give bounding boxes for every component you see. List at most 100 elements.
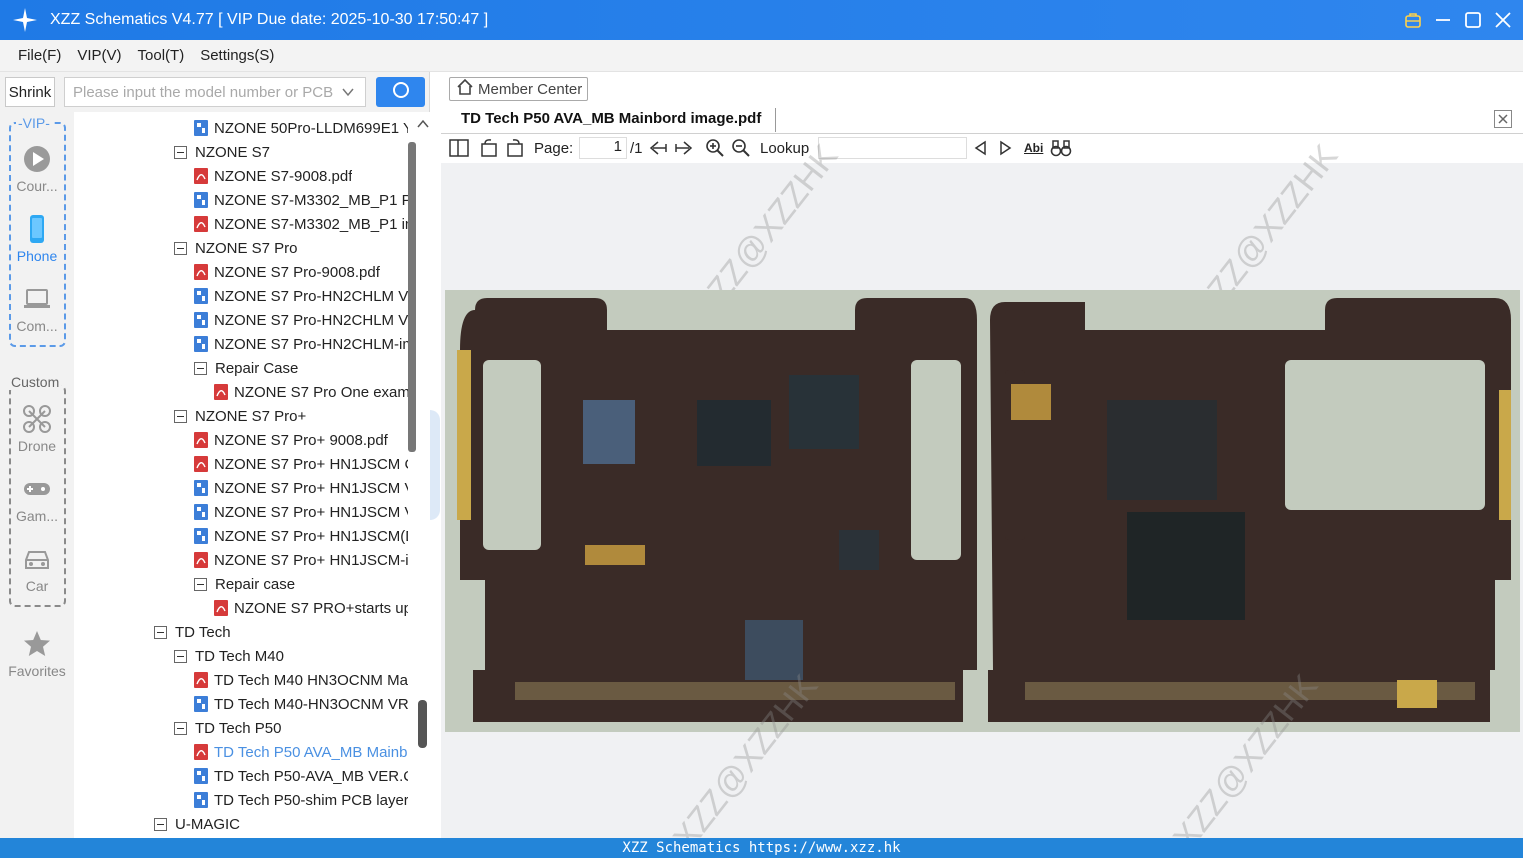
tree-folder[interactable]: Repair case — [194, 572, 408, 596]
tree-folder[interactable]: TD Tech M40 — [174, 644, 408, 668]
tree-file[interactable]: TD Tech P50-AVA_MB VER.C PC — [194, 764, 408, 788]
find-next-icon[interactable] — [998, 138, 1014, 158]
search-combobox[interactable] — [64, 77, 366, 107]
tree-file[interactable]: TD Tech P50-shim PCB layer.pcl — [194, 788, 408, 812]
category-courses[interactable]: Cour... — [0, 144, 74, 194]
tree-item-label: TD Tech P50-AVA_MB VER.C PC — [214, 767, 408, 785]
category-label: Favorites — [8, 663, 66, 679]
pcb-file-icon — [194, 120, 208, 136]
search-button[interactable] — [376, 77, 425, 107]
tree-file[interactable]: TD Tech M40-HN3OCNM VRE.F — [194, 692, 408, 716]
tree-file[interactable]: TD Tech M40 HN3OCNM Maint — [194, 668, 408, 692]
tree-item-label: Repair case — [215, 575, 296, 593]
drone-icon — [22, 404, 52, 434]
pdf-file-icon — [194, 552, 208, 568]
menu-settings[interactable]: Settings(S) — [200, 47, 274, 64]
collapse-toggle-icon[interactable] — [194, 577, 207, 591]
category-label: Car — [25, 578, 49, 594]
category-phone[interactable]: Phone — [0, 214, 74, 264]
collapse-toggle-icon[interactable] — [174, 409, 187, 423]
tree-file[interactable]: TD Tech P50 AVA_MB Mainbor — [194, 740, 408, 764]
tree-file[interactable]: NZONE S7 Pro+ 9008.pdf — [194, 428, 408, 452]
tree-file[interactable]: NZONE S7-9008.pdf — [194, 164, 408, 188]
tree-file[interactable]: NZONE S7 Pro One example — [214, 380, 408, 404]
shrink-button[interactable]: Shrink — [5, 77, 55, 107]
tree-file[interactable]: NZONE S7 PRO+starts up no — [214, 596, 408, 620]
lookup-input[interactable] — [818, 137, 967, 159]
rotate-left-icon[interactable] — [479, 138, 499, 158]
tree-file[interactable]: NZONE 50Pro-LLDM699E1 YiDi — [194, 116, 408, 140]
collapse-toggle-icon[interactable] — [174, 649, 187, 663]
close-button[interactable] — [1493, 10, 1513, 30]
tree-file[interactable]: NZONE S7 Pro+ HN1JSCM VD Y — [194, 500, 408, 524]
tree-item-label: TD Tech P50 AVA_MB Mainbor — [214, 743, 408, 761]
tree-item-label: TD Tech M40-HN3OCNM VRE.F — [214, 695, 408, 713]
category-favorites[interactable]: Favorites — [0, 629, 74, 679]
tree-folder[interactable]: NZONE S7 — [174, 140, 408, 164]
member-center-button[interactable]: Member Center — [449, 77, 588, 101]
vip-bag-icon[interactable] — [1403, 10, 1423, 30]
maximize-button[interactable] — [1463, 10, 1483, 30]
phone-icon — [22, 214, 52, 244]
tree-scrollbar-thumb[interactable] — [418, 700, 427, 748]
menu-vip[interactable]: VIP(V) — [77, 47, 121, 64]
tree-folder[interactable]: TD Tech — [154, 620, 408, 644]
play-icon — [22, 144, 52, 174]
tree-file[interactable]: NZONE S7 Pro+ HN1JSCM(Dioc — [194, 524, 408, 548]
scroll-up-arrow-icon[interactable] — [417, 116, 429, 128]
minimize-button[interactable] — [1433, 10, 1453, 30]
document-canvas[interactable]: XZZ@XZZHK XZZ@XZZHK XZZ@XZZHK XZZ@XZZHK — [441, 138, 1523, 857]
tree-file[interactable]: NZONE S7 Pro-HN2CHLM-imag — [194, 332, 408, 356]
tree-file[interactable]: NZONE S7 Pro-9008.pdf — [194, 260, 408, 284]
tree-file[interactable]: NZONE S7 Pro+ HN1JSCM VD F — [194, 476, 408, 500]
tree-item-label: NZONE S7 Pro-HN2CHLM VB P — [214, 287, 408, 305]
find-all-binoculars-icon[interactable] — [1050, 138, 1072, 158]
tree-folder[interactable]: NZONE S7 Pro — [174, 236, 408, 260]
tree-scrollbar-track[interactable] — [408, 142, 416, 452]
vip-label: -VIP- — [16, 115, 52, 131]
collapse-toggle-icon[interactable] — [194, 361, 207, 375]
panel-collapse-handle[interactable] — [430, 410, 440, 520]
category-car[interactable]: Car — [0, 544, 74, 594]
zoom-out-icon[interactable] — [731, 138, 751, 158]
next-page-icon[interactable] — [674, 138, 694, 158]
tree-item-label: Repair Case — [215, 359, 299, 377]
menu-file[interactable]: File(F) — [18, 47, 61, 64]
tree-item-label: U-MAGIC — [175, 815, 240, 833]
laptop-icon — [22, 284, 52, 314]
tree-file[interactable]: NZONE S7-M3302_MB_P1 PCB l — [194, 188, 408, 212]
zoom-in-icon[interactable] — [705, 138, 725, 158]
collapse-toggle-icon[interactable] — [154, 817, 167, 831]
search-input[interactable] — [73, 83, 333, 101]
pdf-file-icon — [214, 600, 228, 616]
category-computer[interactable]: Com... — [0, 284, 74, 334]
collapse-toggle-icon[interactable] — [154, 625, 167, 639]
tree-folder[interactable]: TD Tech P50 — [174, 716, 408, 740]
tree-folder[interactable]: U-MAGIC — [154, 812, 408, 836]
sidebar-toggle-icon[interactable] — [449, 138, 469, 158]
tree-folder[interactable]: NZONE S7 Pro+ — [174, 404, 408, 428]
match-case-icon[interactable]: Abi — [1024, 138, 1043, 158]
tree-file[interactable]: NZONE S7 Pro-HN2CHLM VB Yi — [194, 308, 408, 332]
chevron-down-icon[interactable] — [341, 85, 355, 103]
tree-file[interactable]: NZONE S7-M3302_MB_P1 imag — [194, 212, 408, 236]
tree-file[interactable]: NZONE S7 Pro-HN2CHLM VB P — [194, 284, 408, 308]
find-previous-icon[interactable] — [972, 138, 988, 158]
close-tab-icon[interactable] — [1494, 110, 1512, 128]
pdf-file-icon — [194, 168, 208, 184]
rotate-right-icon[interactable] — [505, 138, 525, 158]
pdf-file-icon — [194, 744, 208, 760]
collapse-toggle-icon[interactable] — [174, 145, 187, 159]
tree-folder[interactable]: Repair Case — [194, 356, 408, 380]
category-game[interactable]: Gam... — [0, 474, 74, 524]
category-drone[interactable]: Drone — [0, 404, 74, 454]
tree-file[interactable]: NZONE S7 Pro+ HN1JSCM Com — [194, 452, 408, 476]
tree-file[interactable]: NZONE S7 Pro+ HN1JSCM-imag — [194, 548, 408, 572]
collapse-toggle-icon[interactable] — [174, 721, 187, 735]
menu-tool[interactable]: Tool(T) — [138, 47, 185, 64]
document-tab[interactable]: TD Tech P50 AVA_MB Mainbord image.pdf — [461, 110, 761, 127]
title-bar: XZZ Schematics V4.77 [ VIP Due date: 202… — [0, 0, 1523, 40]
previous-page-icon[interactable] — [648, 138, 668, 158]
page-number-input[interactable]: 1 — [579, 137, 627, 159]
collapse-toggle-icon[interactable] — [174, 241, 187, 255]
